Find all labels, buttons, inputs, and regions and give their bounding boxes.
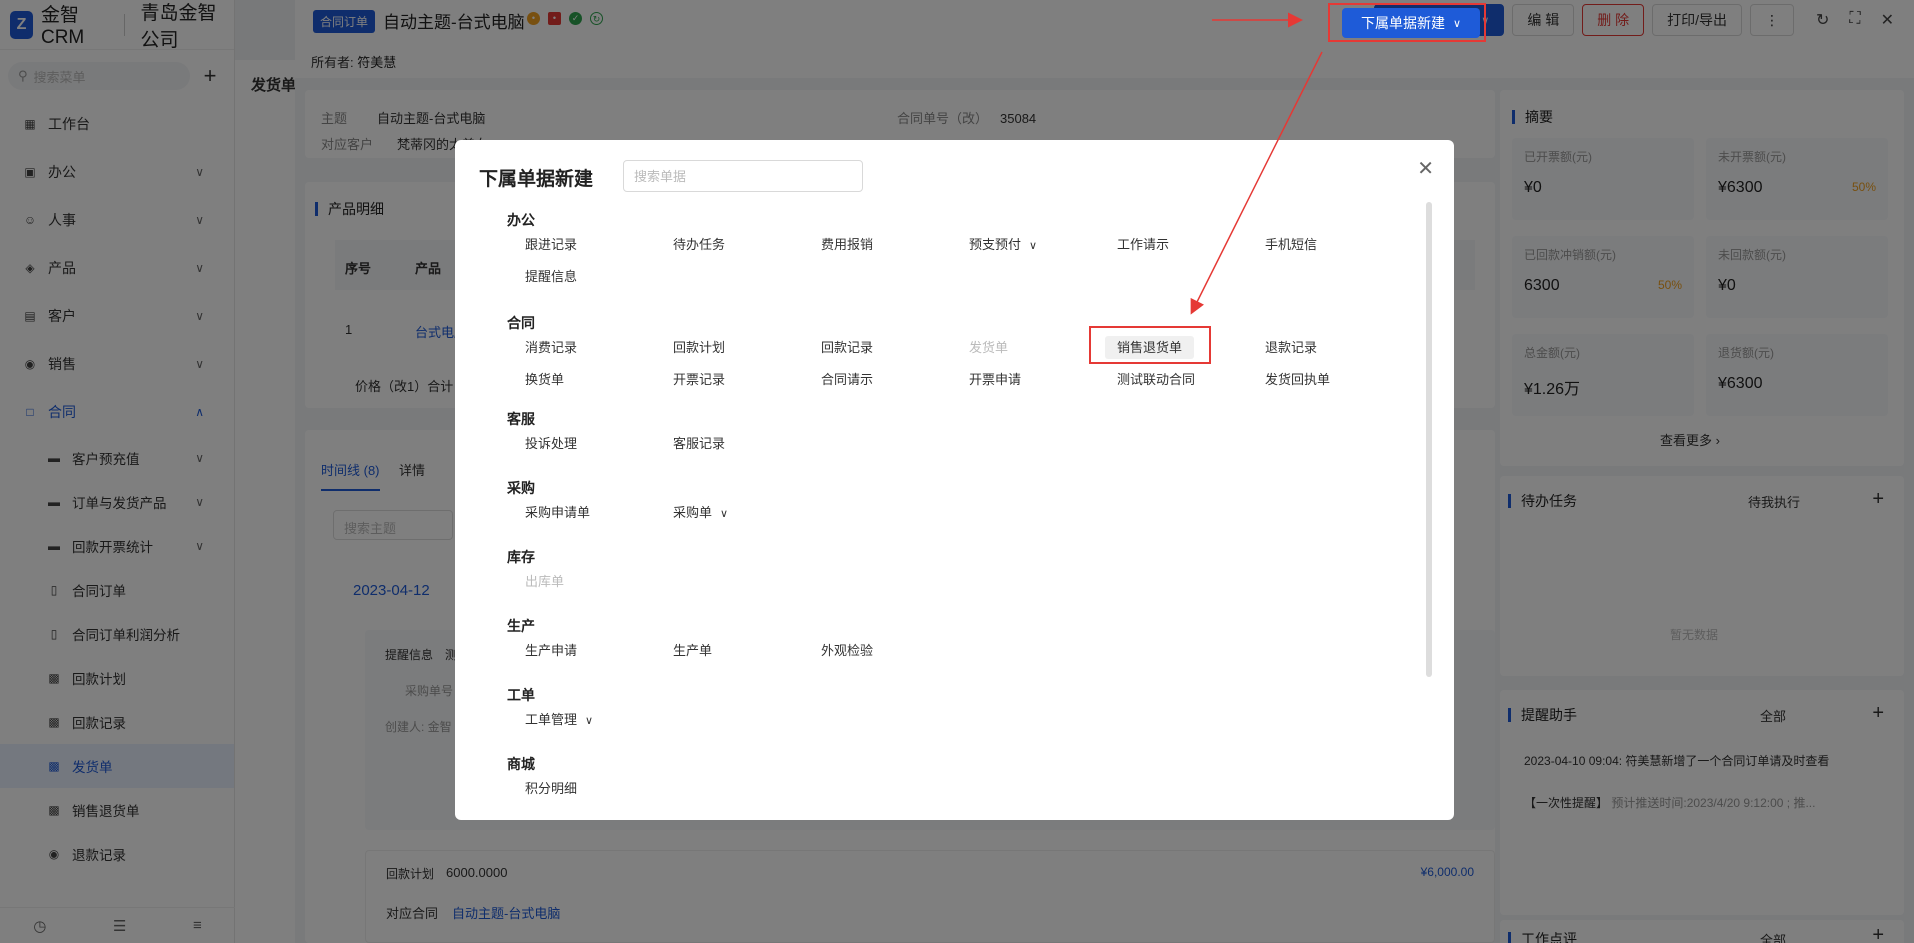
arrow-to-sales-return bbox=[1190, 51, 1323, 315]
annotation-arrows bbox=[1190, 12, 1323, 315]
